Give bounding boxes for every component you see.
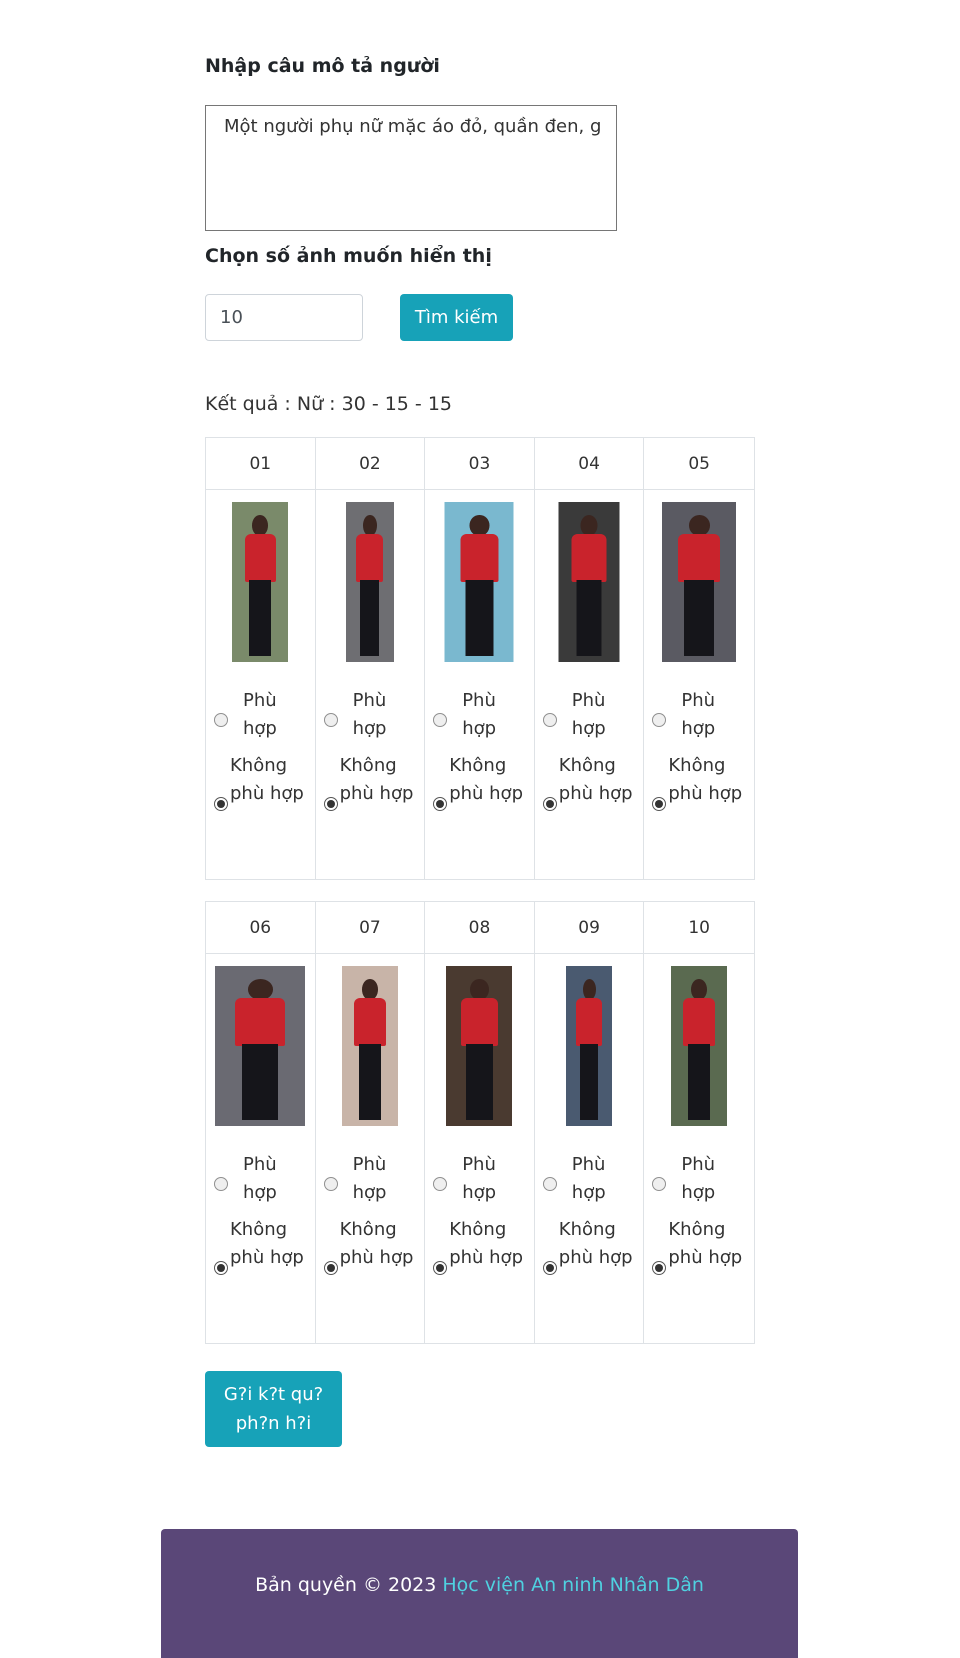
result-cell-06: 06 Phù hợp Không phù hợp (206, 902, 316, 1343)
search-button[interactable]: Tìm kiếm (400, 294, 513, 341)
result-cell-04: 04 Phù hợp Không phù hợp (534, 438, 645, 879)
person-image (215, 966, 306, 1126)
person-image (341, 966, 398, 1126)
match-label: Phù hợp (243, 690, 277, 739)
result-index: 03 (425, 438, 534, 490)
match-label: Phù hợp (352, 1154, 387, 1203)
results-table-row-1: 01 Phù hợp Không phù hợp 02 Phù hợp Không phù… (205, 437, 755, 880)
match-label: Phù hợp (681, 690, 716, 739)
match-radio[interactable] (433, 1177, 448, 1191)
footer-link[interactable]: Học viện An ninh Nhân Dân (442, 1574, 704, 1596)
result-index: 07 (315, 902, 425, 954)
result-index: 08 (425, 902, 534, 954)
match-label: Phù hợp (352, 690, 387, 739)
nomatch-label: Không phù hợp (668, 755, 743, 804)
person-image (444, 502, 514, 662)
match-label: Phù hợp (681, 1154, 716, 1203)
match-radio[interactable] (652, 1177, 667, 1191)
result-index: 06 (206, 902, 315, 954)
result-index: 10 (644, 902, 754, 954)
image-count-label: Chọn số ảnh muốn hiển thị (205, 245, 492, 267)
description-textarea[interactable]: Một người phụ nữ mặc áo đỏ, quần đen, g (205, 105, 617, 231)
person-image (558, 502, 620, 662)
match-radio[interactable] (323, 1177, 338, 1191)
person-image (566, 966, 613, 1126)
match-label: Phù hợp (243, 1154, 277, 1203)
results-table-row-2: 06 Phù hợp Không phù hợp 07 Phù hợp Không phù… (205, 901, 755, 1344)
nomatch-radio[interactable] (323, 1261, 338, 1275)
nomatch-radio[interactable] (542, 797, 557, 811)
nomatch-label: Không phù hợp (339, 755, 414, 804)
person-image (671, 966, 728, 1126)
nomatch-radio[interactable] (542, 1261, 557, 1275)
description-label: Nhập câu mô tả người (205, 55, 440, 77)
person-image (662, 502, 737, 662)
nomatch-radio[interactable] (214, 1261, 228, 1275)
result-cell-07: 07 Phù hợp Không phù hợp (315, 902, 426, 1343)
result-summary: Kết quả : Nữ : 30 - 15 - 15 (205, 393, 452, 415)
person-image (446, 966, 513, 1126)
nomatch-radio[interactable] (652, 797, 667, 811)
match-label: Phù hợp (571, 1154, 606, 1203)
nomatch-radio[interactable] (214, 797, 228, 811)
result-index: 01 (206, 438, 315, 490)
match-radio[interactable] (542, 1177, 557, 1191)
match-label: Phù hợp (462, 690, 497, 739)
result-index: 04 (534, 438, 644, 490)
result-cell-01: 01 Phù hợp Không phù hợp (206, 438, 316, 879)
match-radio[interactable] (652, 713, 667, 727)
submit-feedback-button[interactable]: G?i k?t qu? ph?n h?i (205, 1371, 342, 1447)
match-label: Phù hợp (462, 1154, 497, 1203)
footer-copyright: Bản quyền © 2023 (255, 1574, 443, 1596)
image-count-input[interactable]: 10 (205, 294, 363, 341)
result-index: 09 (534, 902, 644, 954)
nomatch-radio[interactable] (323, 797, 338, 811)
match-radio[interactable] (433, 713, 448, 727)
result-cell-02: 02 Phù hợp Không phù hợp (315, 438, 426, 879)
result-cell-08: 08 Phù hợp Không phù hợp (425, 902, 535, 1343)
nomatch-label: Không phù hợp (339, 1219, 414, 1268)
result-cell-03: 03 Phù hợp Không phù hợp (425, 438, 535, 879)
result-cell-10: 10 Phù hợp Không phù hợp (644, 902, 754, 1343)
nomatch-label: Không phù hợp (449, 1219, 523, 1268)
result-cell-05: 05 Phù hợp Không phù hợp (644, 438, 754, 879)
match-radio[interactable] (323, 713, 338, 727)
match-radio[interactable] (214, 1177, 228, 1191)
result-index: 02 (315, 438, 425, 490)
nomatch-label: Không phù hợp (558, 755, 633, 804)
person-image (232, 502, 289, 662)
result-cell-09: 09 Phù hợp Không phù hợp (534, 902, 645, 1343)
nomatch-radio[interactable] (433, 797, 448, 811)
person-image (345, 502, 394, 662)
nomatch-radio[interactable] (652, 1261, 667, 1275)
nomatch-label: Không phù hợp (230, 1219, 304, 1268)
footer: Bản quyền © 2023 Học viện An ninh Nhân D… (161, 1529, 798, 1658)
nomatch-radio[interactable] (433, 1261, 448, 1275)
nomatch-label: Không phù hợp (449, 755, 523, 804)
result-index: 05 (644, 438, 754, 490)
nomatch-label: Không phù hợp (230, 755, 304, 804)
match-radio[interactable] (214, 713, 228, 727)
nomatch-label: Không phù hợp (558, 1219, 633, 1268)
nomatch-label: Không phù hợp (668, 1219, 743, 1268)
match-radio[interactable] (542, 713, 557, 727)
match-label: Phù hợp (571, 690, 606, 739)
